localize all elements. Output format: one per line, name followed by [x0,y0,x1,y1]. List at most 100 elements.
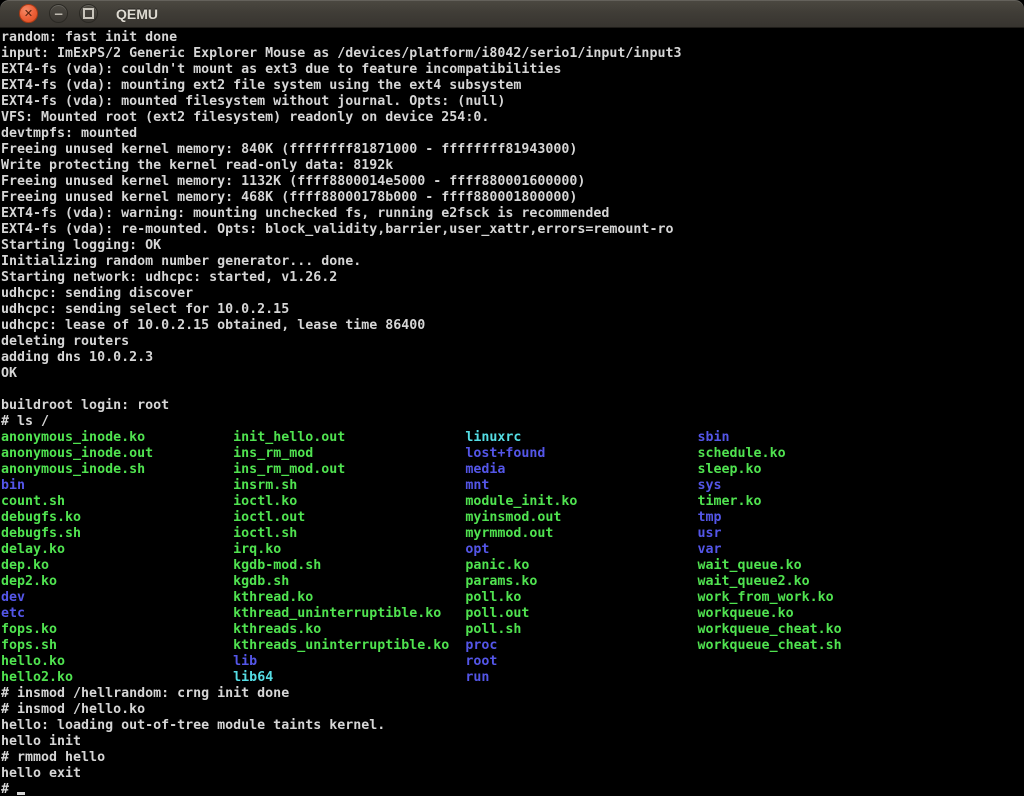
console-line: # insmod /hellrandom: crng init done [1,686,1024,702]
close-button[interactable]: ✕ [19,4,38,23]
console-line: buildroot login: root [1,398,1024,414]
console-line: EXT4-fs (vda): couldn't mount as ext3 du… [1,62,1024,78]
file-entry: delay.ko [1,542,233,557]
file-entry: kgdb.sh [233,574,465,589]
file-entry: fops.ko [1,622,233,637]
console-line: Freeing unused kernel memory: 840K (ffff… [1,142,1024,158]
file-entry: media [465,462,697,477]
file-entry: run [465,670,489,685]
file-entry: panic.ko [465,558,697,573]
file-entry: myrmmod.out [465,526,697,541]
console-line: # rmmod hello [1,750,1024,766]
titlebar[interactable]: ✕ − QEMU [0,0,1024,28]
console-line: deleting routers [1,334,1024,350]
file-entry: etc [1,606,233,621]
file-entry: hello2.ko [1,670,233,685]
console-line: hello.ko lib root [1,654,1024,670]
console-line: EXT4-fs (vda): mounted filesystem withou… [1,94,1024,110]
file-entry: poll.ko [465,590,697,605]
console-line: fops.sh kthreads_uninterruptible.ko proc… [1,638,1024,654]
file-entry: anonymous_inode.ko [1,430,233,445]
console-line: # [1,782,1024,796]
console-line: Freeing unused kernel memory: 1132K (fff… [1,174,1024,190]
console-line: anonymous_inode.ko init_hello.out linuxr… [1,430,1024,446]
close-icon: ✕ [24,8,33,19]
maximize-button[interactable] [79,4,98,23]
console-line: hello: loading out-of-tree module taints… [1,718,1024,734]
console-line: udhcpc: lease of 10.0.2.15 obtained, lea… [1,318,1024,334]
console-line: Write protecting the kernel read-only da… [1,158,1024,174]
file-entry: ioctl.out [233,510,465,525]
file-entry: kthreads_uninterruptible.ko [233,638,465,653]
file-entry: kthread_uninterruptible.ko [233,606,465,621]
console-line: debugfs.sh ioctl.sh myrmmod.out usr [1,526,1024,542]
file-entry: params.ko [465,574,697,589]
console-line: adding dns 10.0.2.3 [1,350,1024,366]
console-line [1,382,1024,398]
console-line: count.sh ioctl.ko module_init.ko timer.k… [1,494,1024,510]
file-entry: poll.out [465,606,697,621]
console-line: fops.ko kthreads.ko poll.sh workqueue_ch… [1,622,1024,638]
file-entry: module_init.ko [465,494,697,509]
file-entry: irq.ko [233,542,465,557]
file-entry: work_from_work.ko [698,590,834,605]
file-entry: hello.ko [1,654,233,669]
file-entry: kthreads.ko [233,622,465,637]
file-entry: poll.sh [465,622,697,637]
file-entry: kthread.ko [233,590,465,605]
console-line: dep2.ko kgdb.sh params.ko wait_queue2.ko [1,574,1024,590]
console[interactable]: random: fast init doneinput: ImExPS/2 Ge… [0,28,1024,796]
file-entry: fops.sh [1,638,233,653]
file-entry: insrm.sh [233,478,465,493]
file-entry: wait_queue2.ko [698,574,810,589]
console-line: input: ImExPS/2 Generic Explorer Mouse a… [1,46,1024,62]
file-entry: ioctl.sh [233,526,465,541]
console-line: EXT4-fs (vda): warning: mounting uncheck… [1,206,1024,222]
console-line: Starting logging: OK [1,238,1024,254]
minimize-button[interactable]: − [49,4,68,23]
console-line: delay.ko irq.ko opt var [1,542,1024,558]
file-entry: lib [233,654,465,669]
file-entry: sbin [698,430,730,445]
console-line: EXT4-fs (vda): mounting ext2 file system… [1,78,1024,94]
file-entry: debugfs.sh [1,526,233,541]
console-line: hello init [1,734,1024,750]
file-entry: count.sh [1,494,233,509]
file-entry: dep.ko [1,558,233,573]
console-line: debugfs.ko ioctl.out myinsmod.out tmp [1,510,1024,526]
file-entry: workqueue_cheat.ko [698,622,842,637]
file-entry: anonymous_inode.sh [1,462,233,477]
file-entry: myinsmod.out [465,510,697,525]
file-entry: bin [1,478,233,493]
file-entry: opt [465,542,697,557]
console-line: random: fast init done [1,30,1024,46]
console-line: EXT4-fs (vda): re-mounted. Opts: block_v… [1,222,1024,238]
console-line: # ls / [1,414,1024,430]
minimize-icon: − [53,8,63,20]
file-entry: mnt [465,478,697,493]
file-entry: usr [698,526,722,541]
file-entry: anonymous_inode.out [1,446,233,461]
maximize-icon [83,8,94,19]
text-cursor [17,792,25,795]
console-line: hello exit [1,766,1024,782]
file-entry: linuxrc [465,430,697,445]
file-entry: debugfs.ko [1,510,233,525]
file-entry: wait_queue.ko [698,558,802,573]
file-entry: dev [1,590,233,605]
console-line: udhcpc: sending discover [1,286,1024,302]
file-entry: kgdb-mod.sh [233,558,465,573]
console-line: OK [1,366,1024,382]
console-line: dep.ko kgdb-mod.sh panic.ko wait_queue.k… [1,558,1024,574]
file-entry: proc [465,638,697,653]
console-line: # insmod /hello.ko [1,702,1024,718]
console-line: Freeing unused kernel memory: 468K (ffff… [1,190,1024,206]
file-entry: init_hello.out [233,430,465,445]
console-line: anonymous_inode.out ins_rm_mod lost+foun… [1,446,1024,462]
file-entry: root [465,654,497,669]
qemu-window: ✕ − QEMU random: fast init doneinput: Im… [0,0,1024,796]
file-entry: sys [698,478,722,493]
console-line: Starting network: udhcpc: started, v1.26… [1,270,1024,286]
console-line: anonymous_inode.sh ins_rm_mod.out media … [1,462,1024,478]
file-entry: timer.ko [698,494,762,509]
